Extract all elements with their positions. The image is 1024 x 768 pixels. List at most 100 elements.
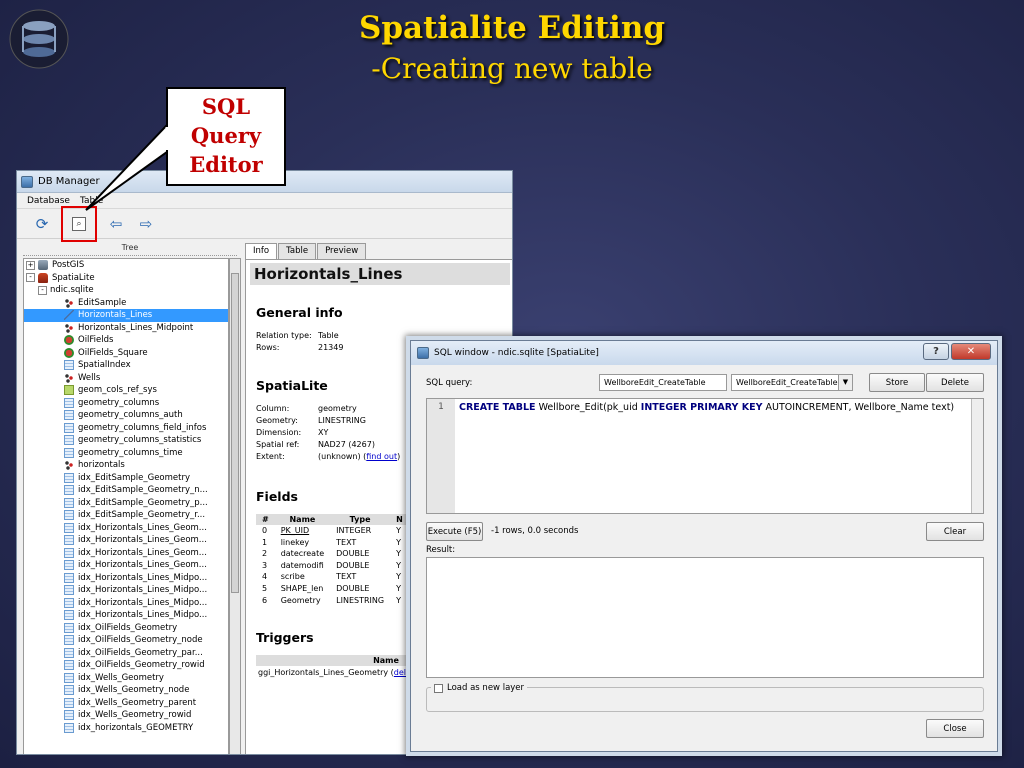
tree-item[interactable]: idx_horizontals_GEOMETRY xyxy=(24,722,228,735)
result-table[interactable] xyxy=(426,557,984,678)
toolbar: ⟳ ⌕ ⇦ ⇨ xyxy=(17,205,512,242)
tree-expander-icon[interactable]: - xyxy=(38,285,47,295)
table-icon xyxy=(64,710,74,721)
sql-window-button[interactable]: ⌕ xyxy=(61,205,97,242)
tree-item[interactable]: idx_Horizontals_Lines_Midpo... xyxy=(24,572,228,585)
tree-item[interactable]: idx_Horizontals_Lines_Geom... xyxy=(24,534,228,547)
tree-item[interactable]: Horizontals_Lines_Midpoint xyxy=(24,322,228,335)
table-icon xyxy=(64,697,74,708)
tree-expander-icon[interactable]: + xyxy=(26,260,35,270)
tree-item[interactable]: - SpatiaLite xyxy=(24,272,228,285)
tree-item[interactable]: OilFields xyxy=(24,334,228,347)
import-layer-icon[interactable]: ⇦ xyxy=(105,213,127,235)
tree-item[interactable]: idx_EditSample_Geometry_p... xyxy=(24,497,228,510)
tree-item-label: idx_Horizontals_Lines_Geom... xyxy=(78,522,207,533)
query-select[interactable]: WellboreEdit_CreateTable ▼ xyxy=(731,374,853,391)
tree-item-label: SpatiaLite xyxy=(52,272,95,283)
editor-scrollbar[interactable] xyxy=(971,399,983,513)
refresh-icon[interactable]: ⟳ xyxy=(31,213,53,235)
menu-table[interactable]: Table xyxy=(80,196,103,206)
load-layer-option: Load as new layer xyxy=(431,683,528,693)
db-manager-app-icon xyxy=(21,175,33,188)
window-close-icon[interactable]: ✕ xyxy=(951,343,991,360)
delete-button[interactable]: Delete xyxy=(926,373,984,392)
tree-item[interactable]: idx_Horizontals_Lines_Geom... xyxy=(24,559,228,572)
tree-item[interactable]: idx_Horizontals_Lines_Geom... xyxy=(24,547,228,560)
tree-item[interactable]: + PostGIS xyxy=(24,259,228,272)
tree-item[interactable]: idx_OilFields_Geometry_rowid xyxy=(24,659,228,672)
tree-item-label: idx_Wells_Geometry_rowid xyxy=(78,710,192,720)
tree-item[interactable]: EditSample xyxy=(24,297,228,310)
tree-item-label: idx_Horizontals_Lines_Geom... xyxy=(78,547,207,558)
tree-item[interactable]: geometry_columns_statistics xyxy=(24,434,228,447)
tree-item-label: idx_horizontals_GEOMETRY xyxy=(78,722,194,733)
fields-column-header: Name xyxy=(274,514,331,525)
tree-item[interactable]: idx_Horizontals_Lines_Midpo... xyxy=(24,597,228,610)
menu-database[interactable]: Database xyxy=(27,196,70,206)
tab-preview[interactable]: Preview xyxy=(317,243,367,259)
tree-item-label: geometry_columns xyxy=(78,397,160,408)
tree-item[interactable]: idx_EditSample_Geometry_r... xyxy=(24,509,228,522)
table-icon xyxy=(64,497,74,508)
tree-item[interactable]: idx_OilFields_Geometry_node xyxy=(24,634,228,647)
tree-item[interactable]: idx_OilFields_Geometry_par... xyxy=(24,647,228,660)
table-cell: scribe xyxy=(280,572,305,582)
tree-item[interactable]: geometry_columns_field_infos xyxy=(24,422,228,435)
export-layer-icon[interactable]: ⇨ xyxy=(135,213,157,235)
tree-item[interactable]: SpatialIndex xyxy=(24,359,228,372)
load-layer-checkbox[interactable] xyxy=(434,683,443,693)
kv-value: Table xyxy=(318,331,339,340)
tree-scrollbar[interactable] xyxy=(229,258,241,754)
tree-scrollbar-thumb[interactable] xyxy=(231,273,239,593)
chevron-down-icon[interactable]: ▼ xyxy=(838,375,852,390)
table-icon xyxy=(64,397,74,408)
tree-expander-icon[interactable]: - xyxy=(26,273,35,283)
tab-table[interactable]: Table xyxy=(278,243,317,259)
table-icon xyxy=(64,447,74,458)
query-name-input[interactable]: WellboreEdit_CreateTable xyxy=(599,374,727,391)
tree-item[interactable]: Wells xyxy=(24,372,228,385)
find-out-link[interactable]: find out xyxy=(366,452,397,461)
tree-item-label: idx_EditSample_Geometry_r... xyxy=(78,510,206,520)
tree-item[interactable]: horizontals xyxy=(24,459,228,472)
kv-key: Relation type: xyxy=(256,331,312,340)
kv-key: Extent: xyxy=(256,452,285,461)
sql-window-title: SQL window - ndic.sqlite [SpatiaLite] xyxy=(434,348,599,358)
tree-item-label: idx_Wells_Geometry xyxy=(78,672,164,683)
tree-item[interactable]: Horizontals_Lines xyxy=(24,309,228,322)
tree-item[interactable]: idx_EditSample_Geometry_n... xyxy=(24,484,228,497)
clear-button[interactable]: Clear xyxy=(926,522,984,541)
execute-button[interactable]: Execute (F5) xyxy=(426,522,483,541)
tab-info[interactable]: Info xyxy=(245,243,278,259)
tree-item-label: geometry_columns_time xyxy=(78,447,183,458)
tree-view[interactable]: + PostGIS - SpatiaLite - ndic.sqlite EditSampl… xyxy=(23,258,229,754)
tree-item[interactable]: idx_Wells_Geometry_node xyxy=(24,684,228,697)
tree-item[interactable]: geometry_columns_time xyxy=(24,447,228,460)
points-icon xyxy=(64,297,74,308)
tree-item-label: OilFields xyxy=(78,335,114,345)
tree-item[interactable]: geometry_columns_auth xyxy=(24,409,228,422)
help-button[interactable]: ? xyxy=(923,343,949,360)
tree-item-label: idx_OilFields_Geometry xyxy=(78,622,178,633)
table-cell: datecreate xyxy=(280,549,325,559)
tree-item[interactable]: idx_Wells_Geometry xyxy=(24,672,228,685)
table-icon xyxy=(64,610,74,621)
tree-item[interactable]: idx_Wells_Geometry_rowid xyxy=(24,709,228,722)
tree-item[interactable]: OilFields_Square xyxy=(24,347,228,360)
tree-item[interactable]: idx_EditSample_Geometry xyxy=(24,472,228,485)
tree-item[interactable]: geometry_columns xyxy=(24,397,228,410)
table-icon xyxy=(64,547,74,558)
sql-window-app-icon xyxy=(417,347,429,359)
close-button[interactable]: Close xyxy=(926,719,984,738)
tree-item[interactable]: idx_Horizontals_Lines_Geom... xyxy=(24,522,228,535)
tree-item[interactable]: idx_Horizontals_Lines_Midpo... xyxy=(24,584,228,597)
table-icon xyxy=(64,572,74,583)
tree-item[interactable]: idx_OilFields_Geometry xyxy=(24,622,228,635)
sql-editor[interactable]: 1 CREATE TABLE Wellbore_Edit(pk_uid INTE… xyxy=(426,398,984,514)
tree-item[interactable]: - ndic.sqlite xyxy=(24,284,228,297)
tree-item[interactable]: idx_Horizontals_Lines_Midpo... xyxy=(24,609,228,622)
store-button[interactable]: Store xyxy=(869,373,925,392)
tree-item[interactable]: idx_Wells_Geometry_parent xyxy=(24,697,228,710)
tree-item[interactable]: geom_cols_ref_sys xyxy=(24,384,228,397)
table-cell: 3 xyxy=(262,560,268,570)
